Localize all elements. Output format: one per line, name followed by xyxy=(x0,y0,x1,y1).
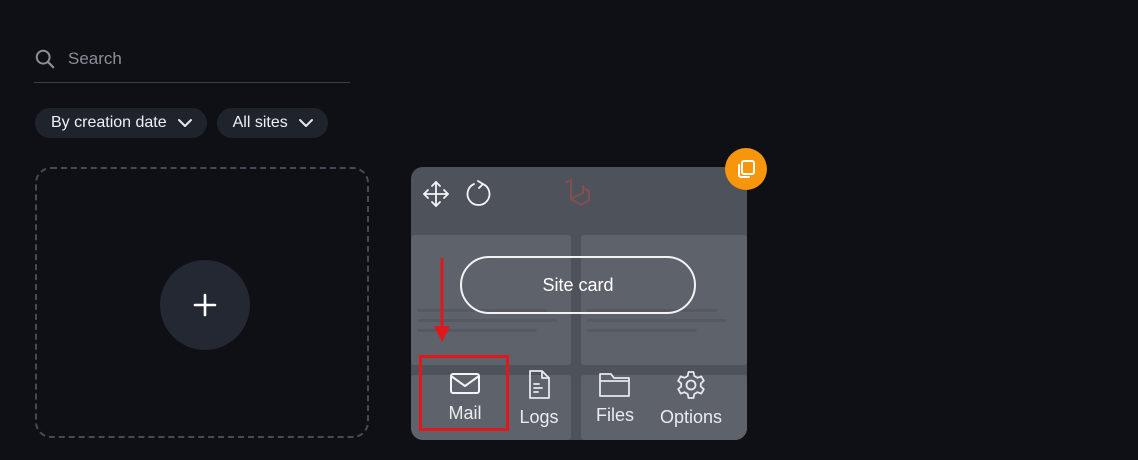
chevron-down-icon xyxy=(177,119,192,127)
options-button[interactable]: Options xyxy=(659,363,723,433)
search-icon xyxy=(35,49,55,69)
reload-icon[interactable] xyxy=(463,179,493,209)
sites-page: By creation date All sites xyxy=(0,0,1138,460)
sort-dropdown[interactable]: By creation date xyxy=(35,108,207,138)
sort-dropdown-label: By creation date xyxy=(51,114,167,131)
files-label: Files xyxy=(595,405,634,425)
search-bar xyxy=(34,40,350,83)
logs-label: Logs xyxy=(519,407,559,427)
copy-button[interactable] xyxy=(725,148,767,190)
add-site-tile[interactable] xyxy=(35,167,369,438)
site-card-button[interactable]: Site card xyxy=(460,256,696,314)
add-site-button[interactable] xyxy=(160,260,250,350)
copy-icon xyxy=(738,160,755,178)
chevron-down-icon xyxy=(298,119,313,127)
gear-icon xyxy=(677,371,705,399)
document-icon xyxy=(529,370,550,399)
logs-button[interactable]: Logs xyxy=(515,363,563,433)
site-filter-label: All sites xyxy=(232,114,288,131)
annotation-highlight-box xyxy=(419,355,509,431)
site-card-button-label: Site card xyxy=(542,274,614,295)
filter-bar: By creation date All sites xyxy=(35,108,328,138)
folder-icon xyxy=(599,373,630,397)
move-icon[interactable] xyxy=(421,179,451,209)
plus-icon xyxy=(193,293,217,317)
site-filter-dropdown[interactable]: All sites xyxy=(216,108,328,138)
files-button[interactable]: Files xyxy=(589,363,641,433)
laravel-logo-icon xyxy=(564,178,590,207)
annotation-arrow xyxy=(434,258,450,342)
search-input[interactable] xyxy=(68,49,328,69)
options-label: Options xyxy=(659,407,723,427)
